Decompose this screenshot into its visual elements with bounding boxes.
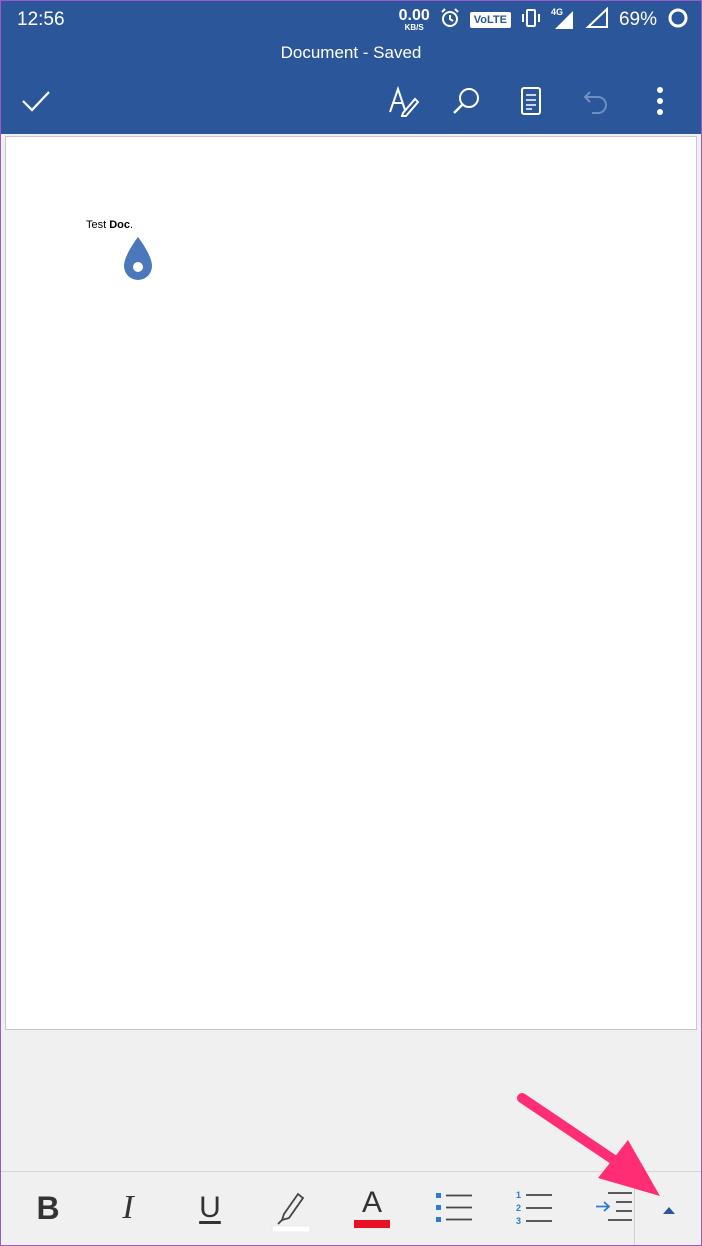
search-button[interactable] — [448, 83, 484, 119]
signal-icon — [585, 6, 609, 34]
reading-view-button[interactable] — [513, 83, 549, 119]
indent-button[interactable] — [589, 1182, 639, 1234]
cursor-handle-icon — [124, 237, 152, 280]
italic-label: I — [122, 1189, 134, 1226]
italic-button[interactable]: I — [103, 1182, 153, 1234]
document-text[interactable]: Test Doc. — [86, 219, 133, 231]
svg-text:3: 3 — [516, 1216, 521, 1226]
numbered-list-icon: 1 2 3 — [516, 1190, 552, 1226]
reading-view-icon — [521, 87, 541, 115]
document-text-end: . — [130, 219, 134, 231]
search-icon — [453, 88, 479, 114]
underline-label: U — [199, 1191, 221, 1224]
highlighter-icon — [271, 1192, 311, 1232]
cursor-handle[interactable] — [122, 235, 154, 283]
vibrate-icon — [521, 8, 541, 33]
status-bar: 12:56 0.00 KB/S VoLTE 4G 69% — [1, 1, 701, 39]
status-time: 12:56 — [17, 9, 65, 30]
battery-percent: 69% — [618, 9, 657, 30]
bullet-list-button[interactable] — [429, 1182, 479, 1234]
document-text-normal: Test — [86, 219, 110, 231]
draw-pen-icon — [389, 85, 419, 117]
document-title: Document - Saved — [280, 43, 422, 62]
volte-badge: VoLTE — [469, 12, 511, 28]
toolbar-separator — [634, 1172, 635, 1245]
check-icon — [22, 91, 50, 112]
font-color-button[interactable]: A — [347, 1182, 397, 1234]
document-page[interactable]: Test Doc. — [5, 136, 697, 1030]
bold-button[interactable]: B — [23, 1182, 73, 1234]
net-speed-unit: KB/S — [404, 23, 424, 32]
undo-button[interactable] — [578, 83, 614, 119]
bullet-list-icon — [436, 1193, 472, 1222]
net-speed: 0.00 KB/S — [399, 8, 430, 32]
signal-4g-icon: 4G — [551, 7, 575, 31]
expand-ribbon-button[interactable] — [649, 1192, 689, 1228]
underline-button[interactable]: U — [185, 1182, 235, 1234]
svg-text:1: 1 — [516, 1190, 521, 1200]
done-button[interactable] — [18, 83, 54, 119]
svg-text:2: 2 — [516, 1203, 521, 1213]
expand-up-icon — [663, 1207, 675, 1214]
font-color-bar — [354, 1220, 390, 1228]
font-color-label: A — [361, 1186, 382, 1219]
battery-icon — [667, 7, 689, 34]
net-speed-value: 0.00 — [398, 7, 430, 24]
app-bar: Document - Saved — [1, 39, 701, 134]
alarm-icon — [440, 7, 460, 33]
document-text-bold: Doc — [109, 219, 131, 231]
app-frame: 12:56 0.00 KB/S VoLTE 4G 69% Document - … — [0, 0, 702, 1246]
indent-icon — [596, 1192, 632, 1221]
highlight-button[interactable] — [266, 1182, 316, 1234]
font-color-swatch: A — [354, 1188, 390, 1228]
more-vertical-icon — [657, 87, 663, 115]
status-icons: 0.00 KB/S VoLTE 4G 69% — [399, 6, 689, 34]
undo-icon — [583, 91, 607, 114]
draw-button[interactable] — [385, 83, 421, 119]
format-toolbar: B I U A 1 2 3 — [1, 1171, 701, 1245]
more-options-button[interactable] — [642, 83, 678, 119]
numbered-list-button[interactable]: 1 2 3 — [509, 1182, 559, 1234]
bold-label: B — [36, 1189, 60, 1226]
